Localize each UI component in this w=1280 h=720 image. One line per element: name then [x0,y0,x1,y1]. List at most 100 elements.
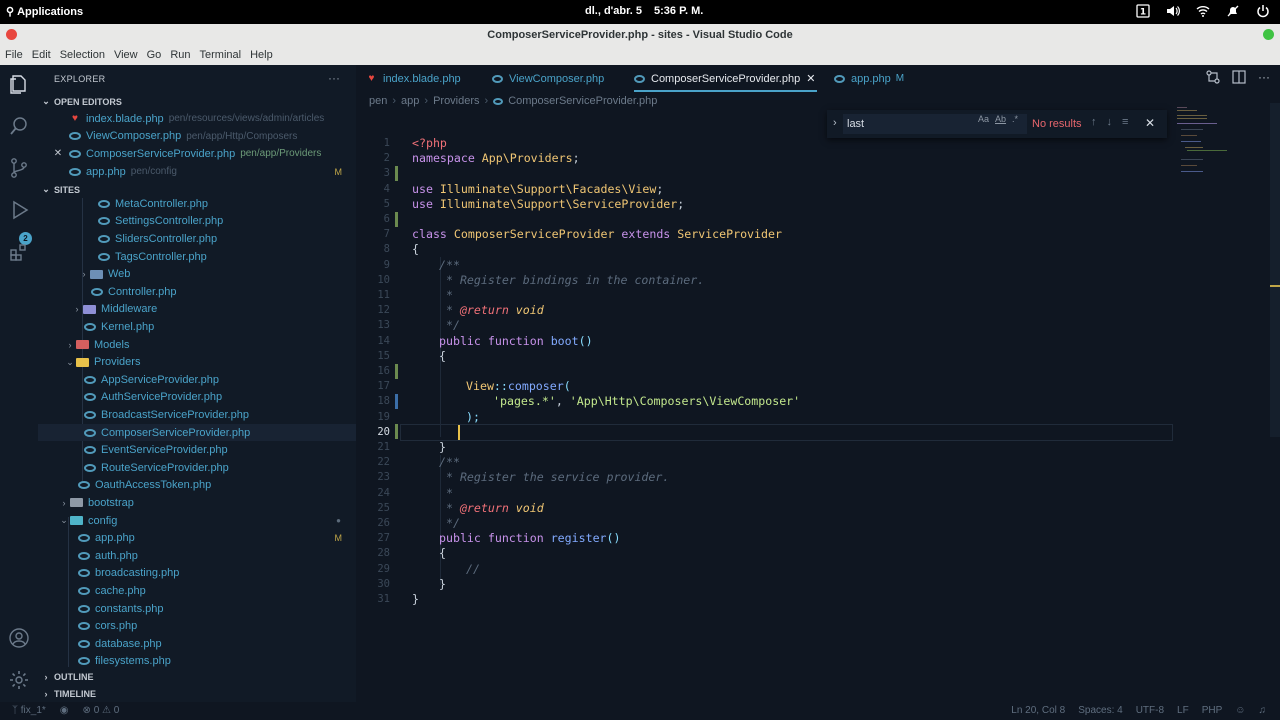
use-regex-toggle[interactable]: .* [1012,114,1018,124]
volume-icon[interactable] [1166,4,1180,18]
tab-app-php[interactable]: app.php M [834,65,904,92]
tab-index-blade[interactable]: ♥ index.blade.php [366,65,461,92]
folder-item[interactable]: ⌄ Providers [38,353,356,371]
more-actions-icon[interactable]: ··· [1258,70,1270,84]
sync-icon[interactable]: ◉ [60,705,69,716]
timeline-header[interactable]: › TIMELINE [38,685,356,702]
tab-view-composer[interactable]: ViewComposer.php [492,65,604,92]
file-item[interactable]: auth.php [38,547,356,565]
file-item[interactable]: cache.php [38,582,356,600]
file-item[interactable]: AuthServiceProvider.php [38,389,356,407]
close-icon[interactable]: ✕ [1145,116,1155,130]
file-item[interactable]: constants.php [38,600,356,618]
encoding-indicator[interactable]: UTF-8 [1136,705,1164,716]
open-editor-item-active[interactable]: ✕ ComposerServiceProvider.php pen/app/Pr… [38,145,356,163]
explorer-more-button[interactable]: ··· [328,71,340,85]
file-item[interactable]: database.php [38,635,356,653]
menu-run[interactable]: Run [165,49,194,61]
breadcrumb-item[interactable]: pen [369,95,387,107]
breadcrumb-item[interactable]: app [401,95,419,107]
menu-selection[interactable]: Selection [55,49,109,61]
menu-help[interactable]: Help [245,49,277,61]
breadcrumb-item[interactable]: Providers [433,95,479,107]
window-maximize-button[interactable] [1263,29,1274,40]
file-item[interactable]: AppServiceProvider.php [38,371,356,389]
source-control-icon[interactable] [8,157,30,179]
wifi-icon[interactable] [1196,4,1210,18]
notifications-off-icon[interactable] [1226,4,1240,18]
breadcrumb-item[interactable]: ComposerServiceProvider.php [508,95,657,107]
window-close-button[interactable] [6,29,17,40]
keyboard-layout-icon[interactable]: 1 [1136,4,1150,18]
close-icon[interactable]: ✕ [806,72,815,85]
arrow-up-icon[interactable]: ↑ [1091,116,1097,128]
menu-edit[interactable]: Edit [27,49,55,61]
file-item[interactable]: cors.php [38,617,356,635]
tab-composer-service-provider[interactable]: ComposerServiceProvider.php ✕ [634,65,818,92]
window-title-bar: ComposerServiceProvider.php - sites - Vi… [0,24,1280,45]
code-line: namespace App\Providers; [412,151,580,165]
file-name: SettingsController.php [115,215,224,228]
folder-item[interactable]: › Models [38,336,356,354]
branch-indicator[interactable]: ᛉ fix_1* [12,705,46,716]
file-item[interactable]: BroadcastServiceProvider.php [38,406,356,424]
account-icon[interactable] [8,627,30,649]
open-editor-item[interactable]: ViewComposer.php pen/app/Http/Composers [38,128,356,146]
open-editor-item[interactable]: ♥ index.blade.php pen/resources/views/ad… [38,110,356,128]
chevron-right-icon[interactable]: › [833,117,837,129]
problems-indicator[interactable]: ⊗ 0 ⚠ 0 [83,705,120,716]
vertical-scrollbar[interactable] [1270,103,1280,437]
folder-item[interactable]: › bootstrap [38,494,356,512]
extensions-icon[interactable] [8,241,30,263]
code-line: class ComposerServiceProvider extends Se… [412,227,782,241]
match-whole-word-toggle[interactable]: Ab [995,114,1006,124]
split-editor-icon[interactable] [1232,70,1246,84]
menu-go[interactable]: Go [142,49,166,61]
file-item[interactable]: TagsController.php [38,248,356,266]
file-item[interactable]: broadcasting.php [38,565,356,583]
file-item[interactable]: Kernel.php [38,318,356,336]
arrow-down-icon[interactable]: ↓ [1107,116,1113,128]
file-item[interactable]: OauthAccessToken.php [38,477,356,495]
line-number: 24 [377,486,390,499]
folder-item[interactable]: › Web [38,265,356,283]
comment: * Register the service provider. [439,470,670,485]
folder-item[interactable]: ⌄ config ● [38,512,356,530]
line-number: 5 [383,197,390,210]
find-in-selection-icon[interactable]: ≡ [1122,116,1128,128]
run-debug-icon[interactable] [8,199,30,221]
open-editor-item[interactable]: app.php pen/config M [38,163,356,181]
indentation-indicator[interactable]: Spaces: 4 [1078,705,1122,716]
folder-item[interactable]: › Middleware [38,301,356,319]
search-icon[interactable] [8,115,30,137]
menu-file[interactable]: File [0,49,27,61]
open-editors-header[interactable]: ⌄ OPEN EDITORS [38,93,356,110]
applications-menu[interactable]: ⚲ Applications [6,5,83,19]
bell-icon[interactable]: ♫ [1259,705,1267,716]
language-indicator[interactable]: PHP [1202,705,1223,716]
power-icon[interactable] [1256,4,1270,18]
clock[interactable]: dl., d'abr. 5 5:36 P. M. [585,5,703,17]
status-right: Ln 20, Col 8 Spaces: 4 UTF-8 LF PHP ☺ ♫ [1011,705,1266,716]
gear-icon[interactable] [8,669,30,691]
keyword: public [439,531,481,546]
explorer-icon[interactable] [8,73,30,95]
minimap[interactable] [1173,103,1273,183]
file-item[interactable]: SettingsController.php [38,213,356,231]
open-changes-icon[interactable] [1206,70,1220,84]
menu-view[interactable]: View [109,49,142,61]
menu-terminal[interactable]: Terminal [195,49,246,61]
outline-header[interactable]: › OUTLINE [38,668,356,685]
file-item-selected[interactable]: ComposerServiceProvider.php [38,423,356,442]
feedback-icon[interactable]: ☺ [1235,705,1245,716]
file-item[interactable]: Controller.php [38,283,356,301]
file-item[interactable]: app.php M [38,529,356,547]
cursor-position[interactable]: Ln 20, Col 8 [1011,705,1065,716]
eol-indicator[interactable]: LF [1177,705,1189,716]
match-case-toggle[interactable]: Aa [978,114,989,124]
file-item[interactable]: SlidersController.php [38,230,356,248]
file-item[interactable]: MetaController.php [38,195,356,213]
close-icon[interactable]: ✕ [52,148,64,159]
file-item[interactable]: RouteServiceProvider.php [38,459,356,477]
file-item[interactable]: EventServiceProvider.php [38,441,356,459]
